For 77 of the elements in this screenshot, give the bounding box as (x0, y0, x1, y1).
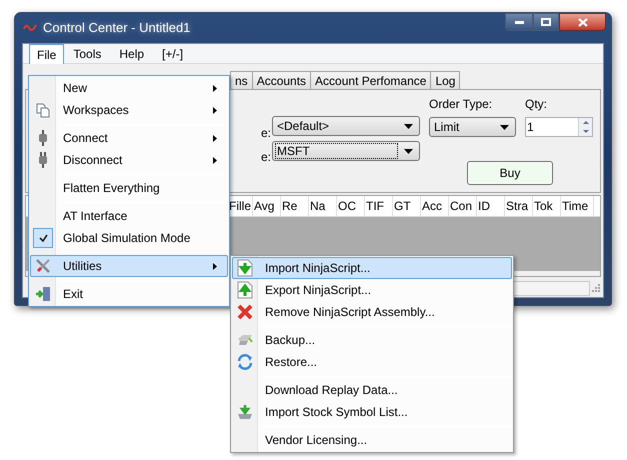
tab[interactable]: Accounts (252, 71, 312, 89)
submenu-arrow-icon (213, 84, 217, 92)
minimize-button[interactable] (505, 13, 533, 31)
eraser-icon (237, 334, 253, 346)
maximize-button[interactable] (533, 13, 559, 31)
submenu-arrow-icon (213, 134, 217, 142)
column-header[interactable]: Acc (421, 196, 449, 216)
cross-icon (237, 304, 253, 320)
menu-item[interactable]: Import NinjaScript... (232, 257, 512, 279)
door-arrow-icon (35, 286, 51, 302)
menu-item[interactable]: Disconnect (30, 149, 228, 171)
submenu-arrow-icon (213, 262, 217, 270)
menu-item[interactable]: Flatten Everything (30, 177, 228, 199)
close-button[interactable] (559, 13, 606, 31)
column-header[interactable]: ID (477, 196, 505, 216)
qty-label: Qty: (525, 97, 548, 111)
column-header[interactable]: Con (449, 196, 477, 216)
buy-button[interactable]: Buy (467, 161, 553, 185)
menu-item[interactable]: Export NinjaScript... (232, 279, 512, 301)
download-icon (237, 404, 253, 420)
window-title: Control Center - Untitled1 (43, 19, 190, 38)
tab[interactable]: Log (430, 71, 460, 89)
menu-bar-item[interactable]: File (29, 44, 64, 64)
menu-item[interactable]: Exit (30, 283, 228, 305)
minimize-icon (514, 20, 524, 24)
menu-item[interactable]: Connect (30, 127, 228, 149)
check-icon (33, 228, 53, 248)
dropdown-arrow-icon (404, 148, 413, 154)
refresh-icon (237, 354, 253, 370)
column-header[interactable]: GT (393, 196, 421, 216)
menu-bar-item[interactable]: [+/-] (153, 44, 192, 63)
tab[interactable]: ns (230, 71, 253, 89)
column-header[interactable]: Time (561, 196, 594, 216)
plug-icon (38, 152, 48, 168)
column-header[interactable]: Stra (505, 196, 533, 216)
document-down-arrow-icon (237, 259, 253, 277)
tools-icon (35, 258, 51, 274)
menu-bar-item[interactable]: Help (110, 44, 154, 63)
menu-item[interactable]: New (30, 77, 228, 99)
order-type-dropdown[interactable]: Limit (429, 117, 516, 137)
menu-item[interactable]: Backup... (232, 329, 512, 351)
menu-item[interactable]: AT Interface (30, 205, 228, 227)
instrument-dropdown[interactable]: MSFT (272, 141, 420, 161)
column-header[interactable]: OC (337, 196, 365, 216)
spin-buttons[interactable] (578, 118, 592, 136)
close-icon (578, 18, 588, 26)
menu-item[interactable]: Workspaces (30, 99, 228, 121)
document-up-arrow-icon (237, 281, 253, 299)
submenu-arrow-icon (213, 156, 217, 164)
field-label: e: (261, 149, 272, 165)
order-type-label: Order Type: (429, 97, 494, 111)
column-header[interactable]: Avg (253, 196, 281, 216)
column-header[interactable]: Na (309, 196, 337, 216)
dropdown-arrow-icon (500, 124, 509, 130)
qty-input[interactable]: 1 (526, 118, 576, 136)
field-label: e: (261, 125, 272, 141)
plug-icon (38, 130, 48, 146)
menu-item[interactable]: Utilities (30, 255, 228, 277)
menu-item[interactable]: Restore... (232, 351, 512, 373)
maximize-icon (541, 18, 551, 26)
account-dropdown[interactable]: <Default> (272, 116, 420, 136)
logo-icon (23, 23, 37, 33)
column-header[interactable]: TIF (365, 196, 393, 216)
column-header[interactable]: Re (281, 196, 309, 216)
menu-bar-item[interactable]: Tools (64, 44, 110, 63)
menu-item[interactable]: Remove NinjaScript Assembly... (232, 301, 512, 323)
qty-field[interactable]: 1 (525, 117, 593, 137)
menu-item[interactable]: Import Stock Symbol List... (232, 401, 512, 423)
dropdown-arrow-icon (404, 124, 413, 128)
pages-icon (35, 102, 51, 118)
resize-grip-icon (591, 283, 601, 293)
tab[interactable]: Account Perfomance (310, 71, 432, 89)
column-header[interactable]: Tok (533, 196, 561, 216)
menu-item[interactable]: Download Replay Data... (232, 379, 512, 401)
submenu-arrow-icon (213, 106, 217, 114)
menu-item[interactable]: Global Simulation Mode (30, 227, 228, 249)
menu-item[interactable]: Vendor Licensing... (232, 429, 512, 451)
